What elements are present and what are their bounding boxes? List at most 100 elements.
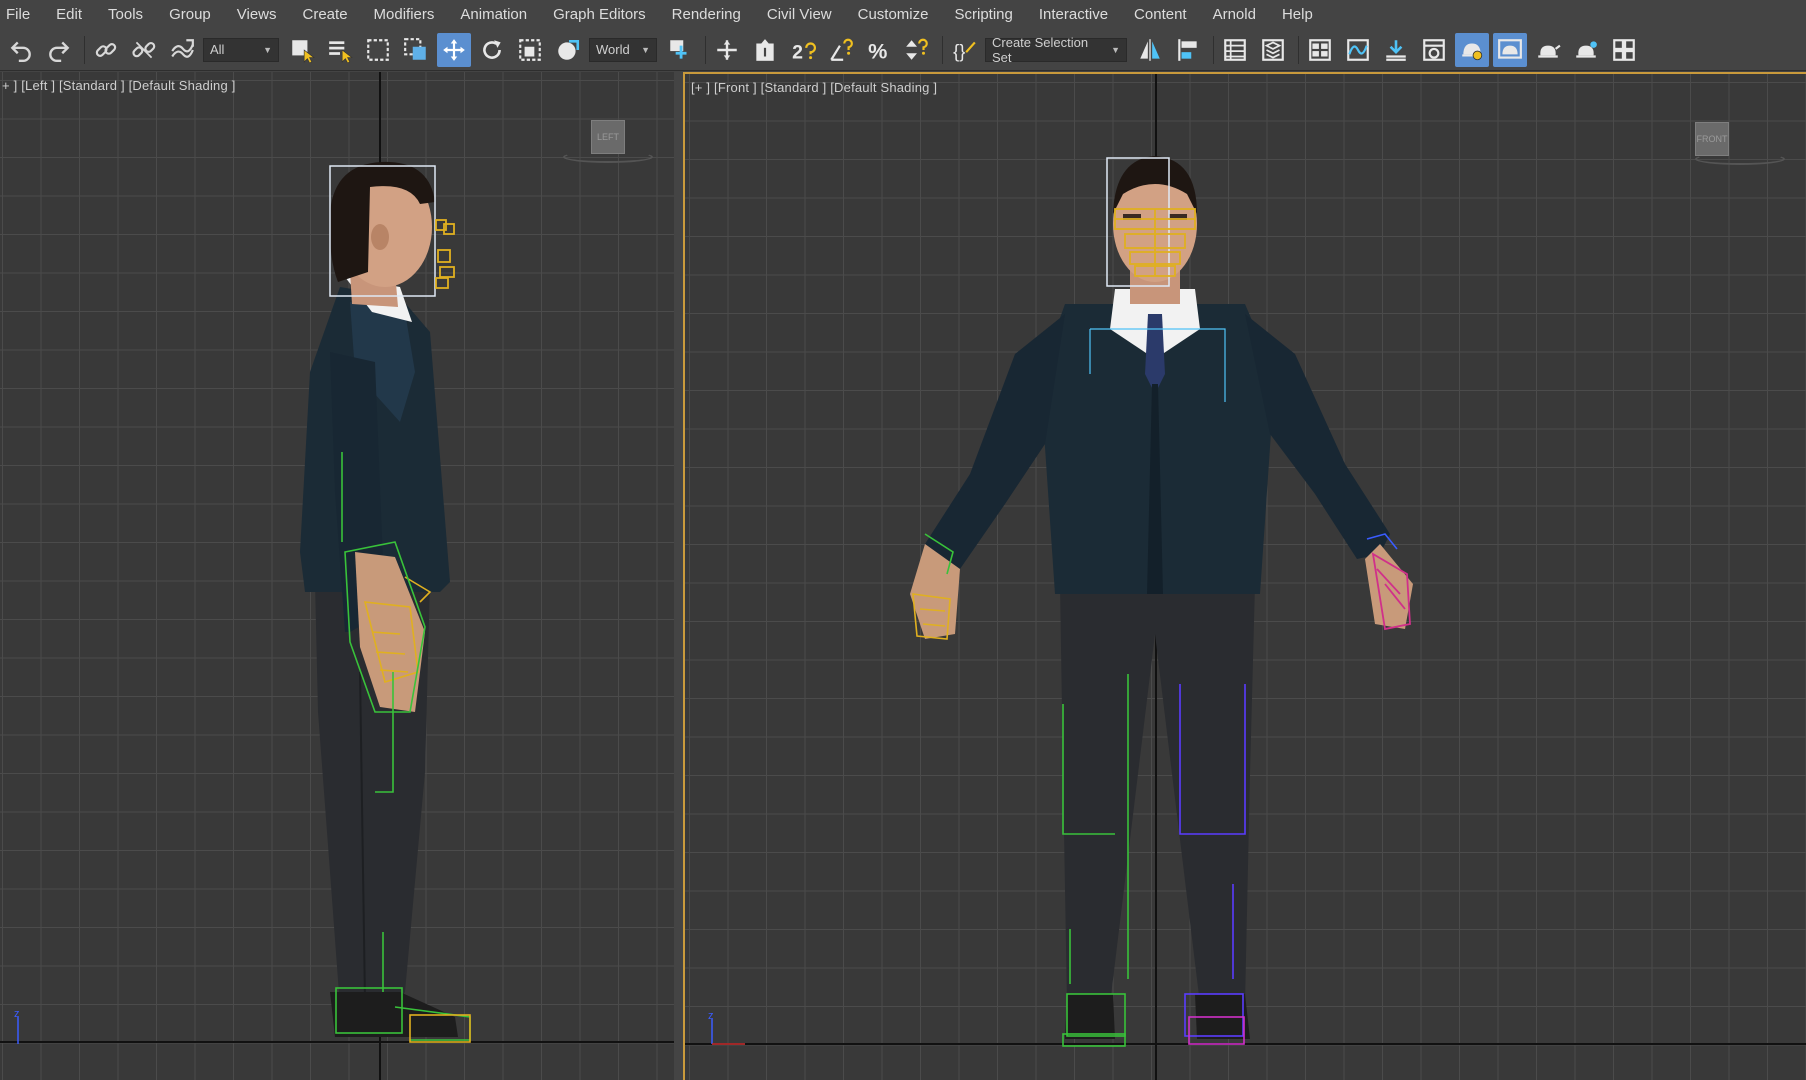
viewport-divider[interactable] <box>674 72 683 1080</box>
main-toolbar: All ▼ World ▼ 2 % {} Create Selection Se… <box>0 29 1806 71</box>
menu-interactive[interactable]: Interactive <box>1026 0 1121 29</box>
rendered-frame-icon <box>1498 38 1522 59</box>
link-button[interactable] <box>89 33 123 67</box>
selection-filter-dropdown[interactable]: All ▼ <box>203 37 279 62</box>
keyboard-shortcut-override-button[interactable] <box>748 33 782 67</box>
named-selection-icon: {} <box>953 40 976 61</box>
select-manipulate-button[interactable] <box>710 33 744 67</box>
menu-content[interactable]: Content <box>1121 0 1200 29</box>
named-selection-sets-dropdown[interactable]: Create Selection Set ▼ <box>985 35 1127 65</box>
align-button[interactable] <box>1171 33 1205 67</box>
select-and-rotate-button[interactable] <box>475 33 509 67</box>
mirror-icon <box>1140 38 1160 61</box>
svg-text:z: z <box>14 1008 20 1020</box>
spacewarp-icon <box>171 38 194 58</box>
layer-explorer-button[interactable] <box>1256 33 1290 67</box>
material-editor-icon <box>1423 38 1445 61</box>
menu-views[interactable]: Views <box>224 0 290 29</box>
chevron-down-icon: ▼ <box>1111 44 1120 55</box>
bind-spacewarp-button[interactable] <box>165 33 199 67</box>
material-editor-button[interactable] <box>1417 33 1451 67</box>
unlink-icon <box>132 41 156 58</box>
toolbar-separator <box>84 35 85 64</box>
spinner-snap-button[interactable] <box>900 33 934 67</box>
select-by-name-button[interactable] <box>323 33 357 67</box>
undo-button[interactable] <box>4 33 38 67</box>
percent-snap-icon: % <box>868 38 887 62</box>
select-and-place-button[interactable] <box>551 33 585 67</box>
render-production-button[interactable] <box>1531 33 1565 67</box>
select-and-move-button[interactable] <box>437 32 471 67</box>
selection-filter-value: All <box>210 42 225 57</box>
manipulate-icon <box>717 39 737 60</box>
region-select-button[interactable] <box>361 33 395 67</box>
select-object-button[interactable] <box>285 33 319 67</box>
select-by-name-icon <box>329 40 353 63</box>
menu-edit[interactable]: Edit <box>43 0 95 29</box>
scene-explorer-button[interactable] <box>1218 33 1252 67</box>
use-pivot-center-button[interactable] <box>663 33 697 67</box>
svg-text:z: z <box>708 1010 714 1022</box>
svg-text:2: 2 <box>792 41 803 62</box>
menu-tools[interactable]: Tools <box>95 0 156 29</box>
menu-customize[interactable]: Customize <box>845 0 942 29</box>
menu-group[interactable]: Group <box>156 0 224 29</box>
svg-text:{}: {} <box>953 40 965 61</box>
toolbar-separator <box>1213 35 1214 64</box>
menu-civil-view[interactable]: Civil View <box>754 0 845 29</box>
menu-help[interactable]: Help <box>1269 0 1326 29</box>
redo-button[interactable] <box>42 33 76 67</box>
menu-rendering[interactable]: Rendering <box>659 0 754 29</box>
place-icon <box>558 39 580 60</box>
menu-create[interactable]: Create <box>290 0 361 29</box>
select-and-scale-button[interactable] <box>513 33 547 67</box>
viewport-front[interactable]: [+ ] [Front ] [Standard ] [Default Shadi… <box>683 72 1806 1080</box>
scene-explorer-icon <box>1224 38 1246 61</box>
chevron-down-icon: ▼ <box>263 44 272 55</box>
toggle-ribbon-button[interactable] <box>1303 33 1337 67</box>
menu-bar: File Edit Tools Group Views Create Modif… <box>0 0 1806 29</box>
menu-animation[interactable]: Animation <box>447 0 540 29</box>
render-setup-icon <box>1462 43 1483 60</box>
window-crossing-icon <box>404 37 426 60</box>
character-side-view[interactable]: z <box>0 72 674 1080</box>
redo-icon <box>49 41 70 62</box>
schematic-view-button[interactable] <box>1379 33 1413 67</box>
snap-icon: 2 <box>792 41 816 63</box>
curve-editor-icon <box>1347 38 1369 61</box>
render-setup-button[interactable] <box>1455 32 1489 67</box>
edit-named-selection-button[interactable]: {} <box>947 33 981 67</box>
toolbar-separator <box>1298 35 1299 64</box>
menu-scripting[interactable]: Scripting <box>941 0 1025 29</box>
rendered-frame-window-button[interactable] <box>1493 32 1527 67</box>
percent-snap-button[interactable]: % <box>862 33 896 67</box>
viewport-left[interactable]: + ] [Left ] [Standard ] [Default Shading… <box>0 72 674 1080</box>
app-window: File Edit Tools Group Views Create Modif… <box>0 0 1806 1080</box>
select-object-icon <box>292 39 315 63</box>
mirror-button[interactable] <box>1133 33 1167 67</box>
unlink-button[interactable] <box>127 33 161 67</box>
gallery-icon <box>1613 38 1635 61</box>
character-front-view[interactable]: z <box>685 74 1806 1080</box>
a360-gallery-button[interactable] <box>1607 33 1641 67</box>
link-icon <box>95 42 117 57</box>
snaps-toggle-button[interactable]: 2 <box>786 33 820 67</box>
menu-file[interactable]: File <box>0 0 43 29</box>
undo-icon <box>10 41 31 62</box>
window-crossing-button[interactable] <box>399 33 433 67</box>
ribbon-icon <box>1309 38 1331 61</box>
render-cloud-icon <box>1576 40 1597 58</box>
teapot-icon <box>1538 44 1561 58</box>
spinner-snap-icon <box>906 38 928 60</box>
menu-arnold[interactable]: Arnold <box>1200 0 1269 29</box>
toolbar-separator <box>942 35 943 64</box>
menu-graph-editors[interactable]: Graph Editors <box>540 0 659 29</box>
menu-modifiers[interactable]: Modifiers <box>361 0 448 29</box>
angle-snap-button[interactable] <box>824 33 858 67</box>
render-in-cloud-button[interactable] <box>1569 33 1603 67</box>
pivot-center-icon <box>670 39 687 59</box>
reference-coordinate-value: World <box>596 42 630 57</box>
reference-coordinate-dropdown[interactable]: World ▼ <box>589 37 657 62</box>
curve-editor-button[interactable] <box>1341 33 1375 67</box>
move-icon <box>443 38 465 61</box>
